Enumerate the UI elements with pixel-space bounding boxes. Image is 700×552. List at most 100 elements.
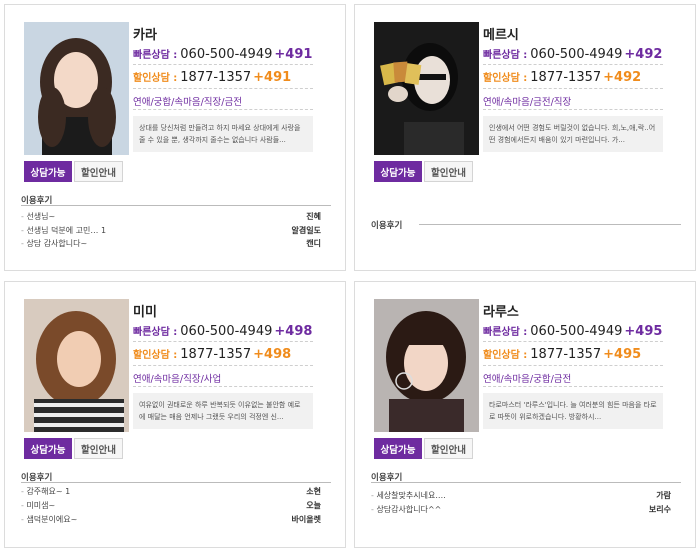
profile-photo[interactable] bbox=[24, 22, 129, 155]
divider bbox=[483, 386, 663, 387]
reviews-divider bbox=[419, 224, 681, 225]
discount-consult-line[interactable]: 할인상담 :1877-1357 +495 bbox=[483, 346, 641, 362]
reviews-divider bbox=[21, 482, 331, 483]
counselor-name[interactable]: 라루스 bbox=[483, 301, 519, 320]
counselor-card: 라루스 빠른상담 :060-500-4949 +495 할인상담 :1877-13… bbox=[354, 281, 696, 548]
review-row[interactable]: 상담감사합니다^^ 보리수 bbox=[371, 504, 671, 515]
consult-categories: 연애/속마음/궁합/금전 bbox=[483, 374, 572, 385]
consult-categories: 연애/속마음/금전/직장 bbox=[483, 97, 572, 108]
divider bbox=[133, 341, 313, 342]
discount-consult-label: 할인상담 : bbox=[133, 73, 178, 84]
counselor-card: 미미 빠른상담 :060-500-4949 +498 할인상담 :1877-135… bbox=[4, 281, 346, 548]
profile-photo[interactable] bbox=[24, 299, 129, 432]
divider bbox=[133, 64, 313, 65]
fast-consult-label: 빠른상담 : bbox=[133, 50, 178, 61]
consult-available-button[interactable]: 상담가능 bbox=[24, 438, 72, 459]
discount-consult-ext: +498 bbox=[253, 347, 292, 362]
fast-consult-number: 060-500-4949 bbox=[530, 324, 623, 339]
review-writer: 캔디 bbox=[306, 239, 321, 248]
review-writer: 보리수 bbox=[648, 505, 671, 514]
consult-available-button[interactable]: 상담가능 bbox=[374, 438, 422, 459]
fast-consult-line[interactable]: 빠른상담 :060-500-4949 +498 bbox=[133, 323, 312, 339]
discount-info-button[interactable]: 할인안내 bbox=[74, 161, 123, 182]
counselor-description: 타로마스터 '라루스'입니다. 늘 여러분의 힘든 마음을 타로 로 따뜻이 위… bbox=[483, 393, 663, 429]
reviews-title: 이용후기 bbox=[371, 221, 403, 231]
divider bbox=[483, 64, 663, 65]
review-writer: 바이올렛 bbox=[291, 515, 321, 524]
fast-consult-label: 빠른상담 : bbox=[483, 50, 528, 61]
review-row[interactable]: 세상찰맞추시네요.… 가람 bbox=[371, 490, 671, 501]
divider bbox=[133, 88, 313, 89]
review-writer: 오늘 bbox=[306, 501, 321, 510]
review-row[interactable]: 상담 감사합니다~ 캔디 bbox=[21, 238, 321, 249]
counselor-card: 카라 빠른상담 :060-500-4949 +491 할인상담 :1877-135… bbox=[4, 4, 346, 271]
review-writer: 가람 bbox=[656, 491, 671, 500]
review-text: 상담감사합니다^^ bbox=[371, 504, 441, 515]
counselor-name[interactable]: 카라 bbox=[133, 24, 157, 43]
review-row[interactable]: 샘덕분이에요~ 바이올렛 bbox=[21, 514, 321, 525]
review-text: 선생님 덕분에 고민… 1 bbox=[21, 225, 106, 236]
divider bbox=[483, 109, 663, 110]
discount-consult-number: 1877-1357 bbox=[180, 70, 252, 85]
review-text: 샘덕분이에요~ bbox=[21, 514, 77, 525]
discount-info-button[interactable]: 할인안내 bbox=[424, 438, 473, 459]
review-row[interactable]: 미미샘~ 오늘 bbox=[21, 500, 321, 511]
discount-consult-ext: +495 bbox=[603, 347, 642, 362]
review-row[interactable]: 선생님~ 진혜 bbox=[21, 211, 321, 222]
fast-consult-ext: +491 bbox=[274, 47, 313, 62]
review-text: 상담 감사합니다~ bbox=[21, 238, 87, 249]
profile-photo[interactable] bbox=[374, 22, 479, 155]
fast-consult-label: 빠른상담 : bbox=[483, 327, 528, 338]
reviews-divider bbox=[371, 482, 681, 483]
review-text: 세상찰맞추시네요.… bbox=[371, 490, 445, 501]
divider bbox=[483, 341, 663, 342]
discount-info-button[interactable]: 할인안내 bbox=[424, 161, 473, 182]
discount-consult-number: 1877-1357 bbox=[180, 347, 252, 362]
discount-consult-label: 할인상담 : bbox=[133, 350, 178, 361]
discount-consult-line[interactable]: 할인상담 :1877-1357 +492 bbox=[483, 69, 641, 85]
discount-info-button[interactable]: 할인안내 bbox=[74, 438, 123, 459]
reviews-divider bbox=[21, 205, 331, 206]
fast-consult-ext: +495 bbox=[624, 324, 663, 339]
fast-consult-number: 060-500-4949 bbox=[180, 324, 273, 339]
fast-consult-ext: +498 bbox=[274, 324, 313, 339]
fast-consult-line[interactable]: 빠른상담 :060-500-4949 +495 bbox=[483, 323, 662, 339]
review-row[interactable]: 감주해요~ 1 소현 bbox=[21, 486, 321, 497]
review-writer: 진혜 bbox=[306, 212, 321, 221]
discount-consult-label: 할인상담 : bbox=[483, 73, 528, 84]
fast-consult-line[interactable]: 빠른상담 :060-500-4949 +491 bbox=[133, 46, 312, 62]
review-writer: 소현 bbox=[306, 487, 321, 496]
fast-consult-ext: +492 bbox=[624, 47, 663, 62]
discount-consult-number: 1877-1357 bbox=[530, 347, 602, 362]
review-text: 감주해요~ 1 bbox=[21, 486, 70, 497]
fast-consult-number: 060-500-4949 bbox=[530, 47, 623, 62]
discount-consult-line[interactable]: 할인상담 :1877-1357 +491 bbox=[133, 69, 291, 85]
fast-consult-label: 빠른상담 : bbox=[133, 327, 178, 338]
review-row[interactable]: 선생님 덕분에 고민… 1 알겸일도 bbox=[21, 225, 321, 236]
consult-available-button[interactable]: 상담가능 bbox=[374, 161, 422, 182]
discount-consult-label: 할인상담 : bbox=[483, 350, 528, 361]
consult-available-button[interactable]: 상담가능 bbox=[24, 161, 72, 182]
divider bbox=[133, 365, 313, 366]
divider bbox=[133, 109, 313, 110]
counselor-description: 인생에서 어떤 경험도 버릴것이 없습니다. 희,노,애,락..어떤 경험에서든… bbox=[483, 116, 663, 152]
discount-consult-ext: +492 bbox=[603, 70, 642, 85]
counselor-card: 메르시 빠른상담 :060-500-4949 +492 할인상담 :1877-13… bbox=[354, 4, 696, 271]
counselor-description: 상대를 당신처럼 만들려고 하지 마세요 상대에게 사랑을 줄 수 있을 뿐, … bbox=[133, 116, 313, 152]
discount-consult-ext: +491 bbox=[253, 70, 292, 85]
review-text: 미미샘~ bbox=[21, 500, 55, 511]
fast-consult-line[interactable]: 빠른상담 :060-500-4949 +492 bbox=[483, 46, 662, 62]
counselor-name[interactable]: 메르시 bbox=[483, 24, 519, 43]
consult-categories: 연애/속마음/직장/사업 bbox=[133, 374, 222, 385]
divider bbox=[483, 365, 663, 366]
counselor-name[interactable]: 미미 bbox=[133, 301, 157, 320]
divider bbox=[133, 386, 313, 387]
discount-consult-line[interactable]: 할인상담 :1877-1357 +498 bbox=[133, 346, 291, 362]
discount-consult-number: 1877-1357 bbox=[530, 70, 602, 85]
consult-categories: 연애/궁합/속마음/직장/금전 bbox=[133, 97, 242, 108]
review-writer: 알겸일도 bbox=[291, 226, 321, 235]
review-text: 선생님~ bbox=[21, 211, 55, 222]
fast-consult-number: 060-500-4949 bbox=[180, 47, 273, 62]
profile-photo[interactable] bbox=[374, 299, 479, 432]
counselor-description: 여유없이 권태로운 하루 반복되듯 이유없는 불안함 예로 에 매달는 매음 언… bbox=[133, 393, 313, 429]
